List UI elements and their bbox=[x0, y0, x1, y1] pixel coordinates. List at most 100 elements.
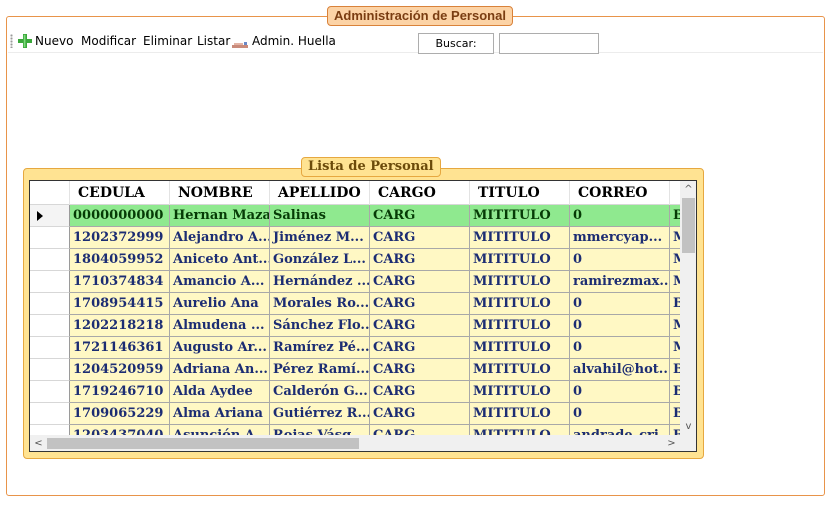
table-cell[interactable]: M bbox=[670, 249, 680, 271]
table-cell[interactable]: Amancio A... bbox=[170, 271, 270, 293]
table-cell[interactable]: 1709065229 bbox=[70, 403, 170, 425]
table-cell[interactable]: CARG bbox=[370, 381, 470, 403]
table-cell[interactable]: 0 bbox=[570, 315, 670, 337]
table-cell[interactable]: mmercyap... bbox=[570, 227, 670, 249]
horizontal-scrollbar[interactable]: < > bbox=[30, 435, 680, 451]
table-cell[interactable]: Sánchez Flo... bbox=[270, 315, 370, 337]
table-cell[interactable]: alvahil@hot... bbox=[570, 359, 670, 381]
table-cell[interactable]: 0 bbox=[570, 403, 670, 425]
row-header[interactable] bbox=[30, 271, 70, 293]
table-cell[interactable]: CARG bbox=[370, 271, 470, 293]
table-row[interactable]: 1202218218 Almudena ... Sánchez Flo... CARG… bbox=[30, 315, 680, 337]
table-cell[interactable]: 0 bbox=[570, 381, 670, 403]
fingerprint-icon[interactable] bbox=[232, 38, 248, 50]
table-row[interactable]: 1709065229 Alma Ariana Gutiérrez R... CARG M… bbox=[30, 403, 680, 425]
table-cell[interactable]: MITITULO bbox=[470, 205, 570, 227]
column-header[interactable]: NOMBRE bbox=[170, 181, 270, 205]
table-cell[interactable]: Asunción A... bbox=[170, 425, 270, 435]
table-cell[interactable]: MITITULO bbox=[470, 271, 570, 293]
table-cell[interactable]: 0 bbox=[570, 293, 670, 315]
table-cell[interactable]: 0 bbox=[570, 205, 670, 227]
table-cell[interactable]: B bbox=[670, 293, 680, 315]
table-cell[interactable]: Hernández ... bbox=[270, 271, 370, 293]
table-cell[interactable]: 0 bbox=[570, 249, 670, 271]
modify-button[interactable]: Modificar bbox=[81, 33, 136, 50]
row-header[interactable] bbox=[30, 425, 70, 435]
table-cell[interactable]: 1202218218 bbox=[70, 315, 170, 337]
toolbar-grip-icon[interactable] bbox=[10, 34, 13, 48]
table-cell[interactable]: MITITULO bbox=[470, 425, 570, 435]
table-cell[interactable]: CARG bbox=[370, 403, 470, 425]
scroll-left-icon[interactable]: < bbox=[30, 435, 47, 451]
table-cell[interactable]: 1202372999 bbox=[70, 227, 170, 249]
table-cell[interactable]: 0 bbox=[570, 337, 670, 359]
table-cell[interactable]: Hernan Maza bbox=[170, 205, 270, 227]
table-cell[interactable]: ramirezmax... bbox=[570, 271, 670, 293]
table-cell[interactable]: MITITULO bbox=[470, 337, 570, 359]
table-cell[interactable]: 1708954415 bbox=[70, 293, 170, 315]
table-cell[interactable]: M bbox=[670, 337, 680, 359]
table-cell[interactable]: MITITULO bbox=[470, 315, 570, 337]
table-cell[interactable]: 1719246710 bbox=[70, 381, 170, 403]
table-cell[interactable]: Aniceto Ant... bbox=[170, 249, 270, 271]
plus-icon[interactable] bbox=[17, 33, 33, 49]
row-header[interactable] bbox=[30, 205, 70, 227]
table-cell[interactable]: CARG bbox=[370, 337, 470, 359]
table-cell[interactable]: Alejandro A... bbox=[170, 227, 270, 249]
table-cell[interactable]: MITITULO bbox=[470, 381, 570, 403]
table-cell[interactable]: B bbox=[670, 205, 680, 227]
table-cell[interactable]: Augusto Ar... bbox=[170, 337, 270, 359]
row-header[interactable] bbox=[30, 337, 70, 359]
scroll-down-icon[interactable]: v bbox=[680, 418, 696, 435]
row-header[interactable] bbox=[30, 227, 70, 249]
table-cell[interactable]: CARG bbox=[370, 249, 470, 271]
row-header[interactable] bbox=[30, 249, 70, 271]
table-cell[interactable]: 0000000000 bbox=[70, 205, 170, 227]
table-cell[interactable]: Alma Ariana bbox=[170, 403, 270, 425]
table-cell[interactable]: Rojas Vásq... bbox=[270, 425, 370, 435]
table-row[interactable]: 1710374834 Amancio A... Hernández ... CARG M… bbox=[30, 271, 680, 293]
table-cell[interactable]: 1203437040 bbox=[70, 425, 170, 435]
table-cell[interactable]: CARG bbox=[370, 425, 470, 435]
table-row[interactable]: 0000000000 Hernan Maza Salinas CARG MITITULO… bbox=[30, 205, 680, 227]
table-cell[interactable]: Pérez Ramí... bbox=[270, 359, 370, 381]
table-cell[interactable]: 1804059952 bbox=[70, 249, 170, 271]
table-row[interactable]: 1202372999 Alejandro A... Jiménez M... CARG… bbox=[30, 227, 680, 249]
table-cell[interactable]: 1204520959 bbox=[70, 359, 170, 381]
column-header[interactable]: TITULO bbox=[470, 181, 570, 205]
table-cell[interactable]: Ramírez Pé... bbox=[270, 337, 370, 359]
vertical-scrollbar[interactable]: ^ v bbox=[680, 181, 696, 435]
table-cell[interactable]: B bbox=[670, 403, 680, 425]
table-cell[interactable]: González L... bbox=[270, 249, 370, 271]
table-cell[interactable]: 1710374834 bbox=[70, 271, 170, 293]
table-cell[interactable]: Aurelio Ana bbox=[170, 293, 270, 315]
column-header[interactable]: CEDULA bbox=[70, 181, 170, 205]
table-cell[interactable]: 1721146361 bbox=[70, 337, 170, 359]
personnel-grid[interactable]: CEDULA NOMBRE APELLIDO CARGO TITULO CORREO 00… bbox=[29, 180, 697, 452]
search-button[interactable]: Buscar: bbox=[418, 33, 494, 54]
table-cell[interactable]: CARG bbox=[370, 359, 470, 381]
horizontal-scroll-thumb[interactable] bbox=[47, 438, 359, 449]
table-cell[interactable]: M bbox=[670, 227, 680, 249]
table-cell[interactable]: MITITULO bbox=[470, 227, 570, 249]
delete-button[interactable]: Eliminar bbox=[143, 33, 192, 50]
column-header[interactable]: CORREO bbox=[570, 181, 670, 205]
row-header[interactable] bbox=[30, 293, 70, 315]
table-cell[interactable]: M bbox=[670, 315, 680, 337]
vertical-scroll-thumb[interactable] bbox=[682, 198, 695, 253]
table-cell[interactable]: Morales Ro... bbox=[270, 293, 370, 315]
column-header[interactable]: APELLIDO bbox=[270, 181, 370, 205]
table-cell[interactable]: MITITULO bbox=[470, 293, 570, 315]
table-cell[interactable]: andrade_cri... bbox=[570, 425, 670, 435]
table-cell[interactable]: MITITULO bbox=[470, 403, 570, 425]
scroll-up-icon[interactable]: ^ bbox=[680, 181, 696, 198]
row-header[interactable] bbox=[30, 381, 70, 403]
table-cell[interactable]: B bbox=[670, 381, 680, 403]
table-cell[interactable]: MITITULO bbox=[470, 249, 570, 271]
table-row[interactable]: 1204520959 Adriana An... Pérez Ramí... CARG… bbox=[30, 359, 680, 381]
table-row[interactable]: 1708954415 Aurelio Ana Morales Ro... CARG MI… bbox=[30, 293, 680, 315]
row-header[interactable] bbox=[30, 359, 70, 381]
table-cell[interactable]: Calderón G... bbox=[270, 381, 370, 403]
scroll-right-icon[interactable]: > bbox=[663, 435, 680, 451]
table-cell[interactable]: CARG bbox=[370, 293, 470, 315]
